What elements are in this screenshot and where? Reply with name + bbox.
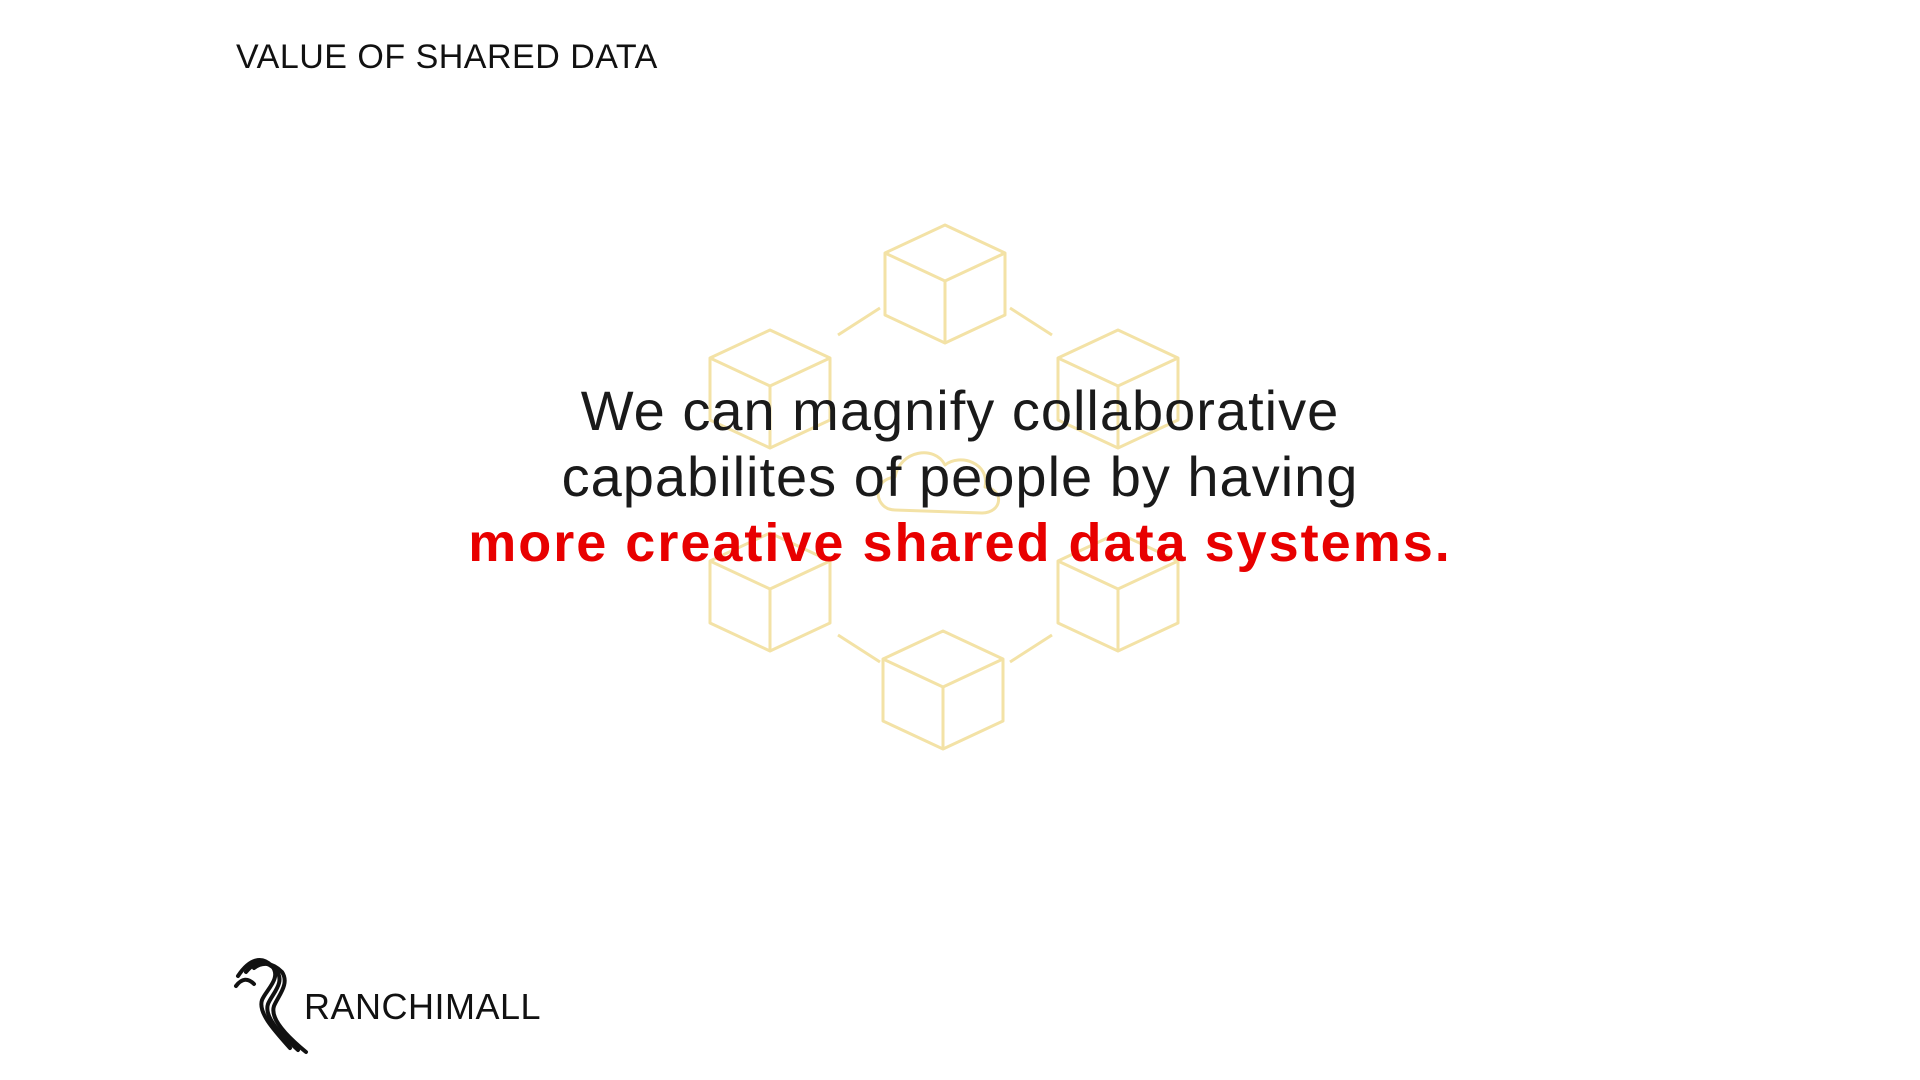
- quote-line-1: We can magnify collaborative: [580, 379, 1340, 442]
- slide-title: VALUE OF SHARED DATA: [236, 38, 658, 76]
- brand-name: RANCHIMALL: [304, 986, 542, 1027]
- brand: RANCHIMALL: [232, 948, 541, 1058]
- quote-highlight: more creative shared data systems.: [468, 513, 1452, 573]
- quote-line-2: capabilites of people by having: [561, 445, 1359, 508]
- quote: We can magnify collaborative capabilites…: [360, 378, 1560, 576]
- slide: VALUE OF SHARED DATA We can magnify coll…: [0, 0, 1920, 1080]
